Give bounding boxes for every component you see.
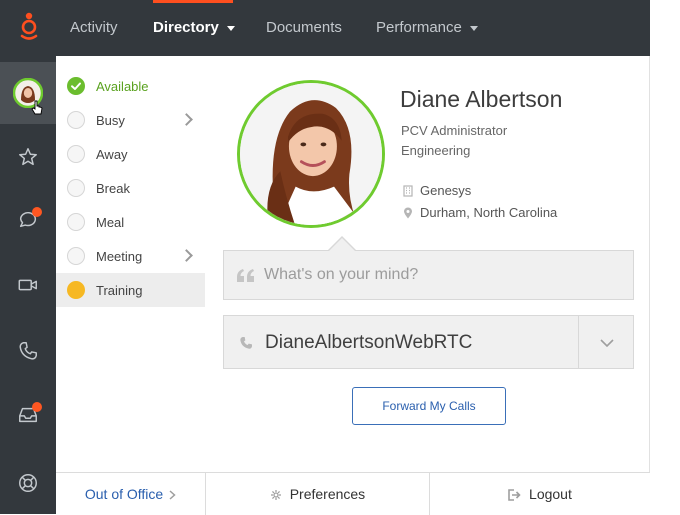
status-break[interactable]: Break (56, 171, 205, 205)
profile-location: Durham, North Carolina (403, 205, 557, 220)
status-message-input[interactable]: What's on your mind? (223, 250, 634, 300)
phone-station-dropdown[interactable] (579, 316, 633, 368)
location-label: Durham, North Carolina (420, 205, 558, 220)
profile-photo (237, 80, 385, 228)
profile-title: PCV Administrator (401, 123, 508, 138)
radio-icon (67, 247, 85, 265)
status-label: Busy (96, 112, 125, 128)
forward-my-calls-button[interactable]: Forward My Calls (352, 387, 506, 425)
status-label: Training (96, 282, 143, 298)
logout-label: Logout (529, 486, 572, 502)
tab-activity-label: Activity (70, 19, 118, 36)
status-dot-icon (67, 281, 85, 299)
phone-station-selector[interactable]: DianeAlbertsonWebRTC (223, 315, 634, 369)
phone-icon (240, 337, 252, 349)
hand-cursor-icon (31, 100, 43, 115)
chevron-right-icon (169, 490, 176, 500)
status-meeting[interactable]: Meeting (56, 239, 205, 273)
profile-department: Engineering (401, 143, 471, 158)
speech-bubble-tail-inner (329, 238, 355, 251)
star-icon (19, 148, 37, 166)
building-icon (403, 184, 413, 197)
profile-photo-icon (240, 83, 382, 225)
rail-inbox-button[interactable] (0, 384, 56, 446)
chevron-right-icon (180, 113, 193, 126)
tab-documents-label: Documents (266, 19, 342, 36)
rail-profile-button[interactable] (0, 62, 56, 124)
video-icon (18, 279, 37, 291)
preferences-button[interactable]: Preferences (206, 473, 429, 515)
rail-help-button[interactable] (0, 452, 56, 514)
status-available[interactable]: Available (56, 69, 205, 103)
rail-phone-button[interactable] (0, 320, 56, 382)
chevron-right-icon (180, 249, 193, 262)
top-navigation-bar: Activity Directory Documents Performance (0, 0, 650, 56)
status-away[interactable]: Away (56, 137, 205, 171)
phone-station-name: DianeAlbertsonWebRTC (265, 332, 473, 353)
tab-activity[interactable]: Activity (70, 0, 118, 56)
rail-video-button[interactable] (0, 254, 56, 316)
status-label: Away (96, 146, 128, 162)
location-pin-icon (404, 207, 412, 218)
check-circle-icon (67, 77, 85, 95)
status-busy[interactable]: Busy (56, 103, 205, 137)
rail-chat-button[interactable] (0, 188, 56, 250)
out-of-office-label: Out of Office (84, 486, 164, 502)
status-label: Meeting (96, 248, 143, 264)
rail-favorites-button[interactable] (0, 126, 56, 188)
radio-icon (67, 111, 85, 129)
status-label: Available (96, 78, 149, 94)
gear-icon (270, 490, 281, 501)
notification-badge (32, 402, 42, 412)
status-label: Break (96, 180, 130, 196)
panel-divider (649, 56, 650, 514)
tab-performance[interactable]: Performance (376, 0, 478, 56)
company-label: Genesys (420, 183, 472, 198)
chevron-down-icon (469, 25, 478, 31)
tab-directory-label: Directory (153, 19, 219, 36)
status-meal[interactable]: Meal (56, 205, 205, 239)
tab-documents[interactable]: Documents (266, 0, 342, 56)
status-label: Meal (96, 214, 125, 230)
tab-directory[interactable]: Directory (153, 0, 235, 56)
preferences-label: Preferences (289, 486, 366, 502)
status-message-placeholder: What's on your mind? (264, 266, 419, 283)
out-of-office-link[interactable]: Out of Office (56, 473, 205, 515)
radio-icon (67, 213, 85, 231)
support-icon (19, 474, 37, 492)
side-rail (0, 56, 56, 514)
presence-status-list: Available Busy Away Break Meal Meeting T… (56, 56, 206, 472)
phone-icon (19, 342, 37, 360)
genesys-logo-icon[interactable] (0, 0, 56, 56)
chevron-down-icon (226, 25, 235, 31)
tab-performance-label: Performance (376, 19, 462, 36)
quote-icon (237, 269, 254, 282)
radio-icon (67, 145, 85, 163)
radio-icon (67, 179, 85, 197)
panel-footer: Out of Office Preferences Logout (56, 472, 650, 515)
notification-badge (32, 207, 42, 217)
logout-button[interactable]: Logout (430, 473, 650, 515)
profile-company: Genesys (403, 183, 471, 198)
chevron-down-icon (600, 339, 614, 347)
status-training[interactable]: Training (56, 273, 205, 307)
profile-name: Diane Albertson (400, 86, 563, 112)
logout-icon (508, 489, 521, 502)
